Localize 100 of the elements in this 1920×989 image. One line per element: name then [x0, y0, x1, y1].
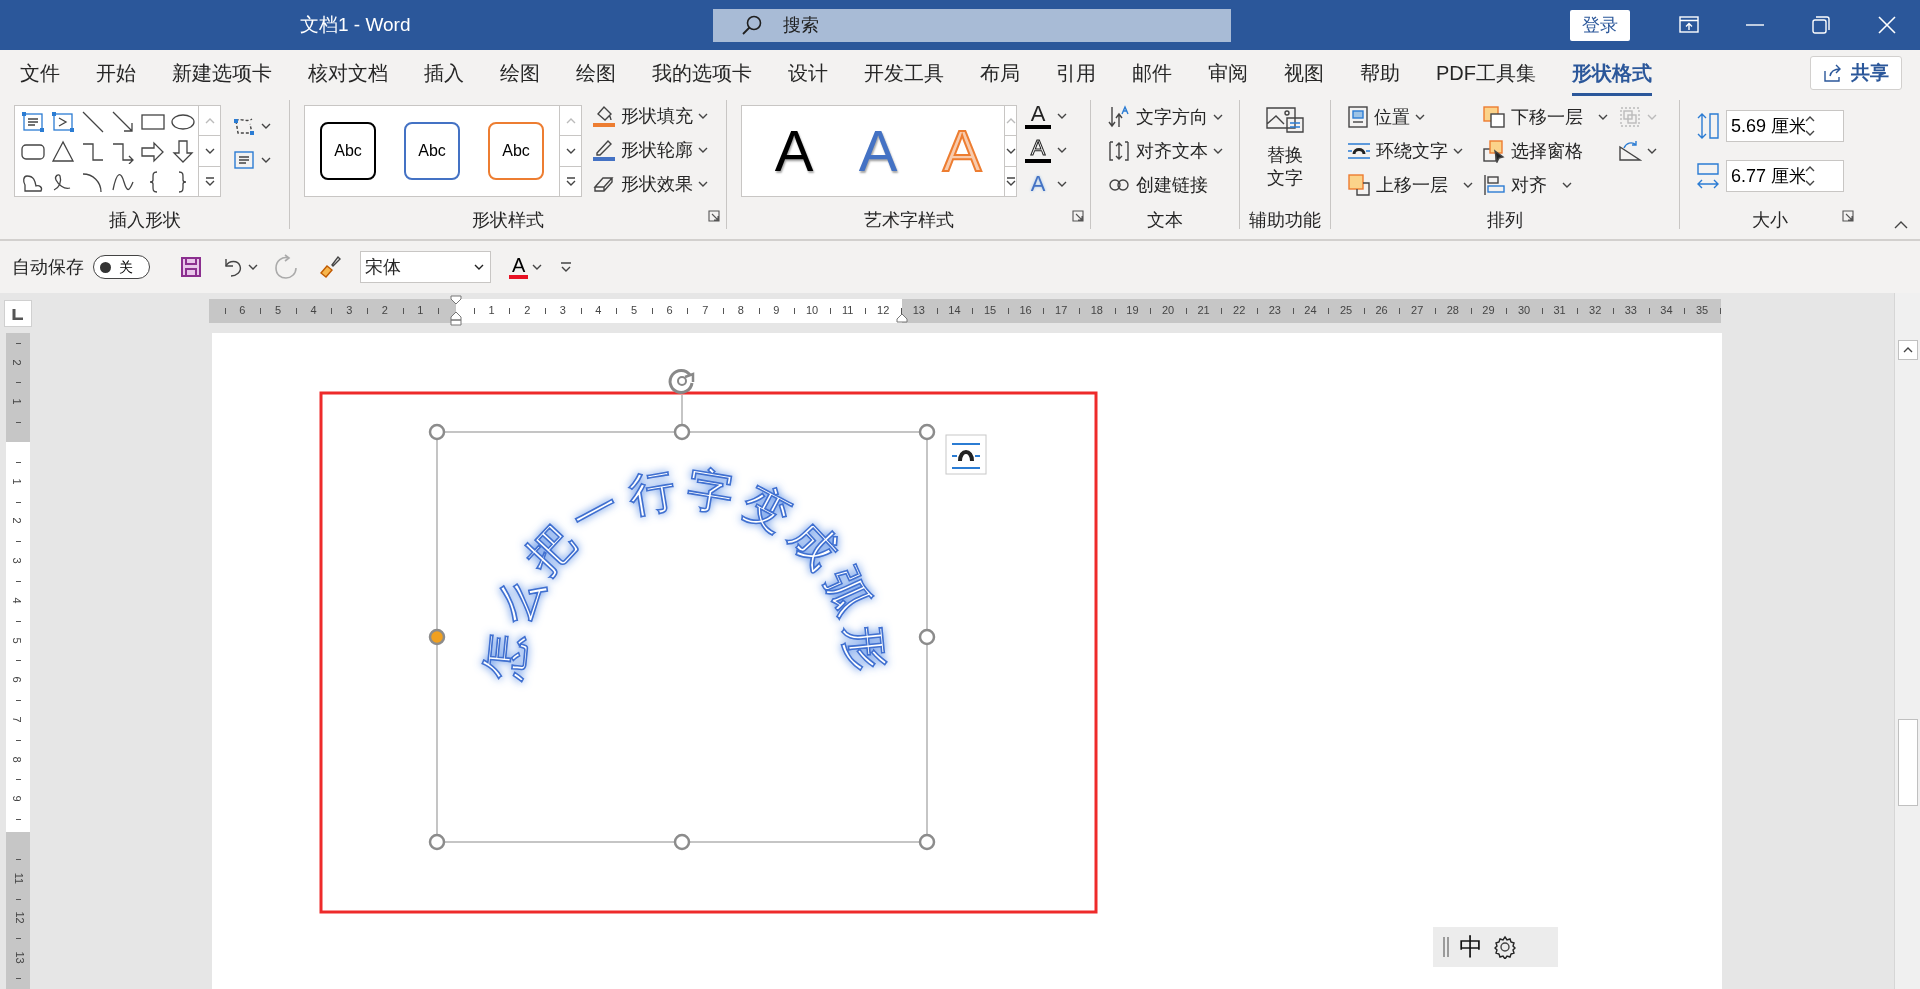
ruler-number: 26 [1375, 305, 1388, 316]
font-color-button[interactable]: A [509, 255, 543, 279]
ruler-number: 2 [381, 305, 388, 316]
right-indent-marker-icon[interactable] [896, 313, 908, 323]
dialog-launcher-icon[interactable] [1842, 210, 1854, 223]
triangle-icon[interactable] [51, 140, 75, 164]
down-arrow-icon[interactable] [171, 140, 195, 164]
search-box[interactable]: 搜索 [713, 8, 1231, 42]
arrange-command-button[interactable]: 位置 [1345, 100, 1480, 134]
ribbon-tab[interactable]: 审阅 [1208, 50, 1248, 96]
ribbon-tab[interactable]: 新建选项卡 [172, 50, 272, 96]
ribbon-tab[interactable]: PDF工具集 [1436, 50, 1536, 96]
customize-toolbar-button[interactable] [560, 262, 573, 272]
text-box-icon[interactable] [21, 110, 45, 134]
shape-format-button[interactable]: 形状轮廓 [590, 133, 710, 167]
ribbon-tab[interactable]: 形状格式 [1572, 50, 1652, 96]
resize-handle[interactable] [918, 423, 936, 441]
arrange-command-button[interactable]: 对齐 [1480, 168, 1616, 202]
ribbon-tab[interactable]: 邮件 [1132, 50, 1172, 96]
shape-format-button[interactable]: 形状填充 [590, 99, 710, 133]
elbow-arrow-icon[interactable] [111, 140, 135, 164]
resize-handle[interactable] [918, 628, 936, 646]
vertical-text-box-icon[interactable] [51, 110, 75, 134]
shape-format-button[interactable]: 形状效果 [590, 167, 710, 201]
ribbon-tab[interactable]: 视图 [1284, 50, 1324, 96]
text-command-button[interactable]: 对齐文本 [1105, 134, 1239, 168]
font-name-field[interactable]: 宋体 [360, 251, 491, 283]
save-button[interactable] [180, 256, 202, 278]
ribbon-tab[interactable]: 开始 [96, 50, 136, 96]
shape-style-preset[interactable]: Abc [488, 122, 544, 180]
right-arrow-icon[interactable] [141, 140, 165, 164]
alt-text-button[interactable]: 替换文字 [1263, 100, 1307, 211]
position-icon [1347, 105, 1369, 129]
autosave-toggle[interactable]: 关 [93, 255, 150, 279]
adjustment-handle[interactable] [428, 628, 446, 646]
ribbon-tab[interactable]: 绘图 [500, 50, 540, 96]
sign-in-button[interactable]: 登录 [1570, 9, 1630, 41]
wordart-preset[interactable]: A [752, 122, 836, 180]
arrange-command-button[interactable]: 选择窗格 [1480, 134, 1616, 168]
settings-icon[interactable] [1493, 935, 1517, 959]
text-command-button[interactable]: 创建链接 [1105, 168, 1239, 202]
rotate-handle[interactable] [668, 369, 695, 394]
ruler-number: 6 [10, 676, 22, 683]
resize-handle[interactable] [673, 423, 691, 441]
ribbon-tab[interactable]: 我的选项卡 [652, 50, 752, 96]
dialog-launcher-icon[interactable] [708, 210, 720, 223]
layout-options-button[interactable] [945, 434, 987, 475]
arrow-line-icon[interactable] [111, 110, 135, 134]
resize-handle[interactable] [673, 833, 691, 851]
collapse-ribbon-icon[interactable] [1894, 221, 1908, 229]
resize-handle[interactable] [428, 423, 446, 441]
text-fill-button[interactable]: A [1025, 99, 1067, 133]
undo-button[interactable] [222, 256, 258, 278]
tab-selector-button[interactable] [4, 300, 32, 327]
share-button[interactable]: 共享 [1810, 56, 1902, 90]
ruler-number: 3 [559, 305, 566, 316]
arrange-command-button[interactable]: 下移一层 [1480, 100, 1616, 134]
shape-style-preset[interactable]: Abc [404, 122, 460, 180]
caret-icon [1647, 148, 1657, 154]
ruler-number: 10 [805, 305, 819, 316]
ribbon-tab[interactable]: 布局 [980, 50, 1020, 96]
selection-pane-icon [1482, 139, 1506, 163]
ruler-number: 32 [1589, 305, 1602, 316]
wordart-preset[interactable]: A [836, 122, 920, 180]
line-icon[interactable] [81, 110, 105, 134]
caret-icon [1057, 113, 1067, 119]
ruler-number: 13 [912, 305, 925, 316]
arrange-command-button[interactable]: 上移一层 [1345, 168, 1480, 202]
group-objects-icon [1618, 105, 1642, 129]
text-box-icon [232, 149, 256, 171]
resize-handle[interactable] [918, 833, 936, 851]
ribbon-tab[interactable]: 引用 [1056, 50, 1096, 96]
text-command-button[interactable]: 文字方向 [1105, 100, 1239, 134]
indent-marker-icon[interactable] [450, 295, 462, 326]
dialog-launcher-icon[interactable] [1072, 210, 1084, 223]
scrollbar-thumb[interactable] [1898, 719, 1918, 806]
resize-handle[interactable] [428, 833, 446, 851]
ruler-number: 29 [1482, 305, 1495, 316]
ribbon-tab[interactable]: 绘图 [576, 50, 616, 96]
ruler-number: 17 [1055, 305, 1068, 316]
wordart-text: 怎么把一行字变成弧形 [476, 461, 894, 682]
ribbon-tab[interactable]: 开发工具 [864, 50, 944, 96]
ribbon-tab[interactable]: 插入 [424, 50, 464, 96]
ribbon-tab[interactable]: 帮助 [1360, 50, 1400, 96]
elbow-connector-icon[interactable] [81, 140, 105, 164]
ruler-number: 3 [10, 557, 22, 564]
ribbon-tab[interactable]: 设计 [788, 50, 828, 96]
text-effects-button[interactable]: A [1025, 167, 1067, 201]
search-field[interactable]: 搜索 [781, 10, 1081, 40]
arc-icon[interactable] [81, 170, 105, 194]
minimize-icon [1746, 24, 1764, 26]
ruler-number: 30 [1517, 305, 1531, 316]
ruler-number: 35 [1695, 305, 1709, 316]
arrange-command-button[interactable]: 环绕文字 [1345, 134, 1480, 168]
format-painter-button[interactable] [318, 255, 342, 279]
shape-style-preset[interactable]: Abc [320, 122, 376, 180]
ribbon-tab[interactable]: 文件 [20, 50, 60, 96]
ribbon-tab[interactable]: 核对文档 [308, 50, 388, 96]
input-mode-indicator[interactable]: 中 [1459, 929, 1483, 965]
scroll-up-button[interactable] [1898, 340, 1918, 360]
